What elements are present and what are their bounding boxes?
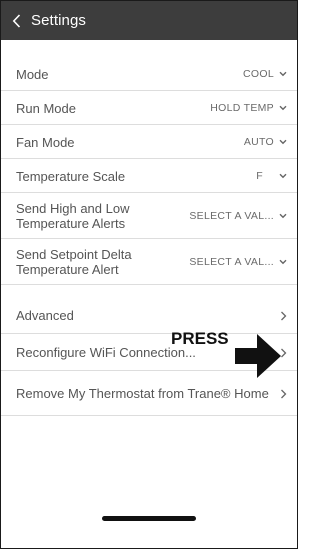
setting-row-mode[interactable]: Mode COOL [1,58,297,91]
dropdown-value: SELECT A VAL... [189,256,274,268]
label-line: Send Setpoint Delta [16,247,132,262]
link-label: Reconfigure WiFi Connection... [16,345,196,360]
dropdown-value: F [256,170,263,182]
label-line: Temperature Alert [16,262,119,277]
mode-dropdown[interactable]: COOL [243,68,287,80]
top-bar: Settings [1,1,297,40]
chevron-right-icon [280,311,287,321]
high-low-alerts-dropdown[interactable]: SELECT A VAL... [189,210,287,222]
fan-mode-dropdown[interactable]: AUTO [244,136,287,148]
chevron-down-icon [279,71,287,77]
press-annotation-label: PRESS [171,329,229,348]
dropdown-value: COOL [243,68,274,80]
chevron-left-icon [12,13,21,28]
home-indicator [102,516,196,521]
setting-label: Run Mode [16,100,76,116]
page-title: Settings [31,12,86,29]
run-mode-dropdown[interactable]: HOLD TEMP [210,102,287,114]
link-label: Advanced [16,308,74,323]
setting-row-temperature-scale[interactable]: Temperature Scale F [1,160,297,193]
temperature-scale-dropdown[interactable]: F [256,170,287,182]
advanced-link[interactable]: Advanced [1,298,297,334]
setting-label: Send Setpoint Delta Temperature Alert [16,247,132,277]
setting-row-high-low-alerts[interactable]: Send High and Low Temperature Alerts SEL… [1,194,297,239]
setting-label: Mode [16,66,49,82]
label-line: Send High and Low [16,201,130,216]
setting-row-fan-mode[interactable]: Fan Mode AUTO [1,126,297,159]
chevron-down-icon [279,139,287,145]
setting-label: Send High and Low Temperature Alerts [16,201,129,231]
dropdown-value: SELECT A VAL... [189,210,274,222]
setting-label: Temperature Scale [16,168,126,184]
chevron-right-icon [280,389,287,399]
arrow-right-icon [235,334,283,383]
chevron-down-icon [279,173,287,179]
back-button[interactable] [1,1,21,40]
dropdown-value: HOLD TEMP [210,102,274,114]
setting-label: Fan Mode [16,134,75,150]
setpoint-delta-dropdown[interactable]: SELECT A VAL... [189,256,287,268]
phone-screen: Settings Mode COOL Run Mode HOLD TEMP Fa… [0,0,298,549]
chevron-down-icon [279,213,287,219]
dropdown-value: AUTO [243,136,274,148]
chevron-down-icon [279,105,287,111]
setting-row-run-mode[interactable]: Run Mode HOLD TEMP [1,92,297,125]
setting-row-setpoint-delta-alert[interactable]: Send Setpoint Delta Temperature Alert SE… [1,240,297,285]
label-line: Temperature Alerts [16,216,126,231]
chevron-down-icon [279,259,287,265]
link-label: Remove My Thermostat from Trane® Home [16,386,269,401]
